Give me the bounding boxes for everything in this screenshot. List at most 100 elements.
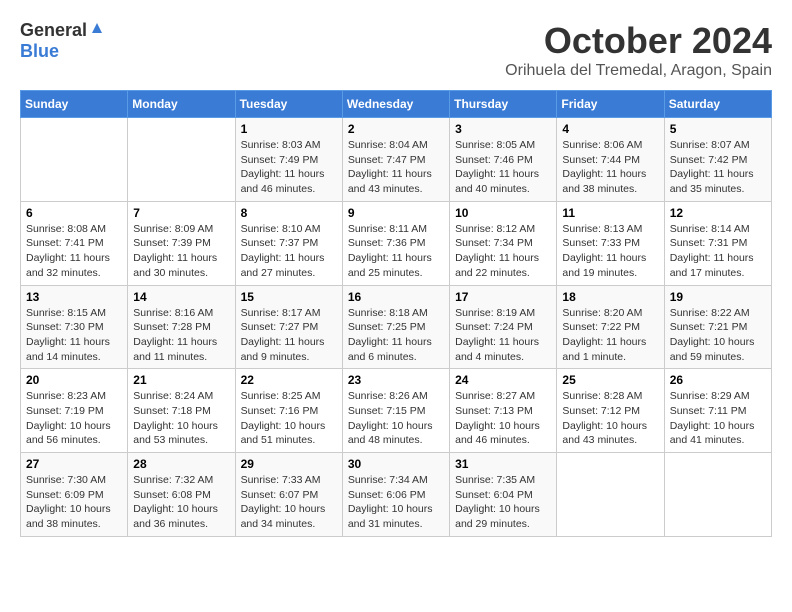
day-detail: Sunrise: 8:07 AM Sunset: 7:42 PM Dayligh…	[670, 138, 766, 197]
calendar-day-cell: 28Sunrise: 7:32 AM Sunset: 6:08 PM Dayli…	[128, 453, 235, 537]
day-detail: Sunrise: 8:05 AM Sunset: 7:46 PM Dayligh…	[455, 138, 551, 197]
logo-blue-text: Blue	[20, 41, 59, 61]
day-detail: Sunrise: 8:09 AM Sunset: 7:39 PM Dayligh…	[133, 222, 229, 281]
day-detail: Sunrise: 7:35 AM Sunset: 6:04 PM Dayligh…	[455, 473, 551, 532]
day-number: 22	[241, 373, 337, 387]
calendar-day-cell: 25 Sunrise: 8:28 AM Sunset: 7:12 PM Dayli…	[557, 369, 664, 453]
calendar-day-cell: 10 Sunrise: 8:12 AM Sunset: 7:34 PM Dayli…	[450, 201, 557, 285]
day-number: 31	[455, 457, 551, 471]
day-detail: Sunrise: 8:12 AM Sunset: 7:34 PM Dayligh…	[455, 222, 551, 281]
day-of-week-header: Wednesday	[342, 91, 449, 118]
page-header: General Blue October 2024 Orihuela del T…	[20, 20, 772, 80]
day-number: 9	[348, 206, 444, 220]
calendar-day-cell: 31 Sunrise: 7:35 AM Sunset: 6:04 PM Dayli…	[450, 453, 557, 537]
calendar-day-cell: 17 Sunrise: 8:19 AM Sunset: 7:24 PM Dayli…	[450, 285, 557, 369]
day-detail: Sunrise: 8:28 AM Sunset: 7:12 PM Dayligh…	[562, 389, 658, 448]
calendar-day-cell: 26 Sunrise: 8:29 AM Sunset: 7:11 PM Dayli…	[664, 369, 771, 453]
calendar-week-row: 6Sunrise: 8:08 AM Sunset: 7:41 PM Daylig…	[21, 201, 772, 285]
logo-general-text: General	[20, 20, 87, 41]
day-number: 7	[133, 206, 229, 220]
calendar-day-cell	[557, 453, 664, 537]
day-detail: Sunrise: 8:16 AM Sunset: 7:28 PM Dayligh…	[133, 306, 229, 365]
day-number: 5	[670, 122, 766, 136]
calendar-day-cell: 8 Sunrise: 8:10 AM Sunset: 7:37 PM Daylig…	[235, 201, 342, 285]
day-number: 8	[241, 206, 337, 220]
calendar-day-cell	[128, 118, 235, 202]
logo-arrow-icon	[90, 21, 104, 40]
day-of-week-header: Monday	[128, 91, 235, 118]
day-number: 1	[241, 122, 337, 136]
day-of-week-header: Saturday	[664, 91, 771, 118]
day-detail: Sunrise: 8:11 AM Sunset: 7:36 PM Dayligh…	[348, 222, 444, 281]
calendar-day-cell: 6Sunrise: 8:08 AM Sunset: 7:41 PM Daylig…	[21, 201, 128, 285]
day-number: 17	[455, 290, 551, 304]
day-number: 16	[348, 290, 444, 304]
day-detail: Sunrise: 7:32 AM Sunset: 6:08 PM Dayligh…	[133, 473, 229, 532]
calendar-day-cell: 19Sunrise: 8:22 AM Sunset: 7:21 PM Dayli…	[664, 285, 771, 369]
calendar-day-cell: 12 Sunrise: 8:14 AM Sunset: 7:31 PM Dayli…	[664, 201, 771, 285]
day-detail: Sunrise: 8:10 AM Sunset: 7:37 PM Dayligh…	[241, 222, 337, 281]
day-number: 19	[670, 290, 766, 304]
day-number: 30	[348, 457, 444, 471]
day-detail: Sunrise: 8:15 AM Sunset: 7:30 PM Dayligh…	[26, 306, 122, 365]
day-of-week-header: Thursday	[450, 91, 557, 118]
day-detail: Sunrise: 8:25 AM Sunset: 7:16 PM Dayligh…	[241, 389, 337, 448]
calendar-day-cell	[664, 453, 771, 537]
day-number: 14	[133, 290, 229, 304]
day-number: 29	[241, 457, 337, 471]
day-detail: Sunrise: 8:19 AM Sunset: 7:24 PM Dayligh…	[455, 306, 551, 365]
day-number: 21	[133, 373, 229, 387]
calendar-day-cell: 4Sunrise: 8:06 AM Sunset: 7:44 PM Daylig…	[557, 118, 664, 202]
calendar-day-cell: 20Sunrise: 8:23 AM Sunset: 7:19 PM Dayli…	[21, 369, 128, 453]
day-number: 25	[562, 373, 658, 387]
calendar-day-cell: 24Sunrise: 8:27 AM Sunset: 7:13 PM Dayli…	[450, 369, 557, 453]
calendar-day-cell: 16 Sunrise: 8:18 AM Sunset: 7:25 PM Dayli…	[342, 285, 449, 369]
day-number: 18	[562, 290, 658, 304]
day-detail: Sunrise: 7:30 AM Sunset: 6:09 PM Dayligh…	[26, 473, 122, 532]
day-of-week-header: Tuesday	[235, 91, 342, 118]
day-detail: Sunrise: 8:03 AM Sunset: 7:49 PM Dayligh…	[241, 138, 337, 197]
calendar-day-cell: 5 Sunrise: 8:07 AM Sunset: 7:42 PM Daylig…	[664, 118, 771, 202]
day-number: 2	[348, 122, 444, 136]
day-number: 4	[562, 122, 658, 136]
calendar-day-cell: 18 Sunrise: 8:20 AM Sunset: 7:22 PM Dayli…	[557, 285, 664, 369]
calendar-week-row: 13Sunrise: 8:15 AM Sunset: 7:30 PM Dayli…	[21, 285, 772, 369]
day-number: 23	[348, 373, 444, 387]
calendar-day-cell: 23 Sunrise: 8:26 AM Sunset: 7:15 PM Dayli…	[342, 369, 449, 453]
calendar-day-cell: 3 Sunrise: 8:05 AM Sunset: 7:46 PM Daylig…	[450, 118, 557, 202]
calendar-day-cell: 22 Sunrise: 8:25 AM Sunset: 7:16 PM Dayli…	[235, 369, 342, 453]
calendar-day-cell: 15 Sunrise: 8:17 AM Sunset: 7:27 PM Dayli…	[235, 285, 342, 369]
day-detail: Sunrise: 8:14 AM Sunset: 7:31 PM Dayligh…	[670, 222, 766, 281]
day-number: 11	[562, 206, 658, 220]
day-number: 26	[670, 373, 766, 387]
day-detail: Sunrise: 7:34 AM Sunset: 6:06 PM Dayligh…	[348, 473, 444, 532]
day-detail: Sunrise: 8:18 AM Sunset: 7:25 PM Dayligh…	[348, 306, 444, 365]
calendar-day-cell: 27Sunrise: 7:30 AM Sunset: 6:09 PM Dayli…	[21, 453, 128, 537]
title-section: October 2024 Orihuela del Tremedal, Arag…	[505, 20, 772, 80]
calendar-header-row: SundayMondayTuesdayWednesdayThursdayFrid…	[21, 91, 772, 118]
calendar-day-cell: 13Sunrise: 8:15 AM Sunset: 7:30 PM Dayli…	[21, 285, 128, 369]
location-title: Orihuela del Tremedal, Aragon, Spain	[505, 62, 772, 80]
day-detail: Sunrise: 8:26 AM Sunset: 7:15 PM Dayligh…	[348, 389, 444, 448]
calendar-week-row: 20Sunrise: 8:23 AM Sunset: 7:19 PM Dayli…	[21, 369, 772, 453]
day-number: 20	[26, 373, 122, 387]
month-title: October 2024	[505, 20, 772, 62]
calendar-day-cell: 11Sunrise: 8:13 AM Sunset: 7:33 PM Dayli…	[557, 201, 664, 285]
logo: General Blue	[20, 20, 104, 62]
day-of-week-header: Sunday	[21, 91, 128, 118]
calendar-day-cell: 2 Sunrise: 8:04 AM Sunset: 7:47 PM Daylig…	[342, 118, 449, 202]
day-detail: Sunrise: 7:33 AM Sunset: 6:07 PM Dayligh…	[241, 473, 337, 532]
day-number: 12	[670, 206, 766, 220]
day-number: 10	[455, 206, 551, 220]
calendar-day-cell: 29 Sunrise: 7:33 AM Sunset: 6:07 PM Dayli…	[235, 453, 342, 537]
calendar-week-row: 27Sunrise: 7:30 AM Sunset: 6:09 PM Dayli…	[21, 453, 772, 537]
day-detail: Sunrise: 8:20 AM Sunset: 7:22 PM Dayligh…	[562, 306, 658, 365]
day-detail: Sunrise: 8:29 AM Sunset: 7:11 PM Dayligh…	[670, 389, 766, 448]
day-number: 15	[241, 290, 337, 304]
day-detail: Sunrise: 8:17 AM Sunset: 7:27 PM Dayligh…	[241, 306, 337, 365]
calendar-day-cell: 1 Sunrise: 8:03 AM Sunset: 7:49 PM Daylig…	[235, 118, 342, 202]
day-detail: Sunrise: 8:24 AM Sunset: 7:18 PM Dayligh…	[133, 389, 229, 448]
calendar-table: SundayMondayTuesdayWednesdayThursdayFrid…	[20, 90, 772, 537]
day-detail: Sunrise: 8:04 AM Sunset: 7:47 PM Dayligh…	[348, 138, 444, 197]
day-number: 3	[455, 122, 551, 136]
